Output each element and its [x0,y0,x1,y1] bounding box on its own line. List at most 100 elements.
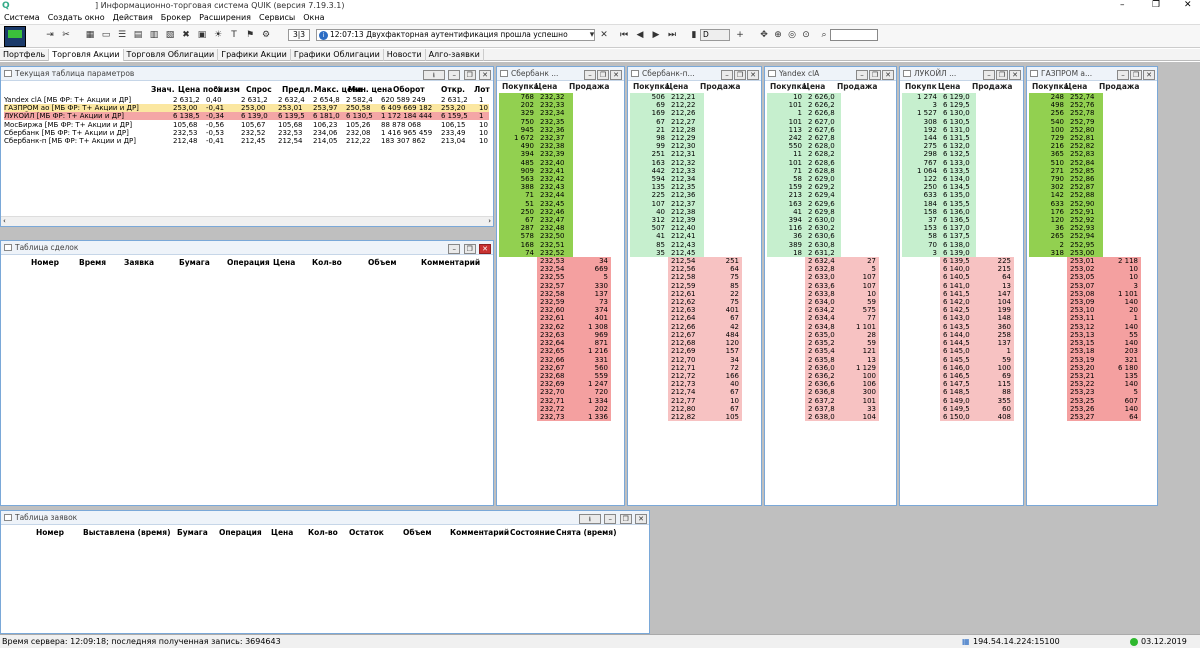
ask-row[interactable]: 232,60 374 [499,306,611,315]
ask-volume[interactable]: 871 [573,339,611,348]
ask-price[interactable]: 2 636,2 [805,371,841,381]
ask-row[interactable]: 6 140,0 215 [902,265,1014,274]
ask-row[interactable]: 232,63 969 [499,330,611,340]
ask-row[interactable]: 253,02 10 [1029,265,1141,274]
bid-volume[interactable]: 3 [902,101,940,110]
ask-row[interactable]: 232,66 331 [499,355,611,364]
ask-price[interactable]: 6 150,0 [940,412,976,422]
bid-volume[interactable]: 122 [902,175,940,184]
ask-volume[interactable]: 1 [976,347,1014,356]
ask-price[interactable]: 253,22 [1067,380,1103,389]
window-close-button[interactable]: ✕ [479,244,491,254]
bid-volume[interactable]: 176 [1029,207,1067,217]
ask-row[interactable]: 253,23 5 [1029,388,1141,397]
bid-price[interactable]: 2 629,4 [805,191,841,200]
ask-volume[interactable]: 148 [976,314,1014,323]
bid-volume[interactable]: 388 [499,183,537,192]
ask-price[interactable]: 253,05 [1067,273,1103,282]
ask-volume[interactable]: 75 [704,273,742,282]
ask-price[interactable]: 6 146,0 [940,363,976,372]
ask-volume[interactable]: 1 101 [1103,289,1141,299]
horizontal-scrollbar[interactable]: ‹ › [1,216,493,226]
ask-price[interactable]: 6 143,0 [940,314,976,323]
ask-volume[interactable]: 59 [841,298,879,307]
ask-row[interactable]: 253,18 203 [1029,347,1141,356]
ask-price[interactable]: 253,01 [1067,257,1103,266]
move-icon[interactable]: ✥ [758,29,770,41]
bid-row[interactable]: 213 2 629,4 [767,191,879,200]
ask-row[interactable]: 6 149,5 60 [902,404,1014,413]
flag-icon[interactable]: ⚑ [244,29,256,41]
bid-price[interactable]: 6 130,0 [940,109,976,118]
ask-volume[interactable]: 300 [841,388,879,397]
window-restore-button[interactable]: ❐ [463,70,476,80]
ask-price[interactable]: 212,69 [668,347,704,356]
bid-price[interactable]: 252,93 [1067,224,1103,233]
ask-price[interactable]: 253,02 [1067,265,1103,274]
ask-row[interactable]: 2 637,2 101 [767,396,879,405]
bid-row[interactable]: 11 2 628,2 [767,150,879,159]
prev-icon[interactable]: ◀ [634,29,646,41]
ask-price[interactable]: 253,27 [1067,412,1103,422]
ask-row[interactable]: 253,13 55 [1029,330,1141,340]
ask-volume[interactable]: 1 129 [841,363,879,372]
ask-volume[interactable]: 22 [704,289,742,299]
chevron-down-icon[interactable]: ▾ [586,29,598,41]
bid-price[interactable]: 2 630,6 [805,232,841,241]
bid-volume[interactable]: 67 [630,117,668,126]
bid-row[interactable]: 41 212,41 [630,232,742,241]
ask-price[interactable]: 232,55 [537,273,573,282]
ask-volume[interactable]: 135 [1103,371,1141,381]
bid-row[interactable]: 163 212,32 [630,158,742,167]
bid-volume[interactable]: 101 [767,101,805,110]
bid-row[interactable]: 265 252,94 [1029,232,1141,241]
bid-volume[interactable]: 302 [1029,183,1067,192]
bid-volume[interactable]: 729 [1029,134,1067,143]
bid-row[interactable]: 389 2 630,8 [767,240,879,249]
ask-volume[interactable]: 1 216 [573,347,611,356]
bid-volume[interactable]: 163 [630,158,668,167]
ask-volume[interactable]: 59 [841,339,879,348]
chart-icon[interactable]: ▥ [148,29,160,41]
ask-row[interactable]: 6 150,0 408 [902,412,1014,422]
bid-volume[interactable]: 507 [630,224,668,233]
ask-price[interactable]: 212,64 [668,314,704,323]
ask-row[interactable]: 232,62 1 308 [499,322,611,331]
ask-price[interactable]: 2 636,8 [805,388,841,397]
bid-volume[interactable]: 36 [767,232,805,241]
window-close-button[interactable]: ✕ [610,70,622,80]
bid-volume[interactable]: 250 [499,207,537,217]
bid-row[interactable]: 909 232,41 [499,166,611,176]
bid-row[interactable]: 298 6 132,5 [902,150,1014,159]
bid-price[interactable]: 212,27 [668,117,704,126]
ask-row[interactable]: 2 634,4 77 [767,314,879,323]
bid-price[interactable]: 6 137,5 [940,232,976,241]
bid-row[interactable]: 69 212,22 [630,101,742,110]
bid-row[interactable]: 120 252,92 [1029,216,1141,225]
bid-row[interactable]: 35 212,45 [630,248,742,258]
ask-price[interactable]: 212,67 [668,330,704,340]
bid-row[interactable]: 98 212,29 [630,134,742,143]
ask-row[interactable]: 253,07 3 [1029,281,1141,290]
window-minimize-button[interactable]: – [448,244,461,254]
bid-volume[interactable]: 490 [499,142,537,151]
bid-row[interactable]: 67 232,47 [499,216,611,225]
tab-portfolio[interactable]: Портфель [0,49,50,61]
ask-volume[interactable]: 607 [1103,396,1141,405]
bid-price[interactable]: 6 135,5 [940,199,976,208]
bid-price[interactable]: 232,37 [537,134,573,143]
bid-price[interactable]: 6 132,5 [940,150,976,159]
ask-row[interactable]: 6 146,0 100 [902,363,1014,372]
maximize-button[interactable]: ❐ [1152,0,1160,10]
bid-row[interactable]: 122 6 134,0 [902,175,1014,184]
bid-volume[interactable]: 213 [767,191,805,200]
bid-row[interactable]: 750 232,35 [499,117,611,126]
bid-row[interactable]: 10 2 626,0 [767,93,879,102]
bid-row[interactable]: 251 212,31 [630,150,742,159]
ask-price[interactable]: 6 142,5 [940,306,976,315]
ask-volume[interactable]: 321 [1103,355,1141,364]
bid-price[interactable]: 232,36 [537,125,573,135]
ask-row[interactable]: 2 632,4 27 [767,257,879,266]
ask-price[interactable]: 253,10 [1067,306,1103,315]
ask-row[interactable]: 6 145,0 1 [902,347,1014,356]
